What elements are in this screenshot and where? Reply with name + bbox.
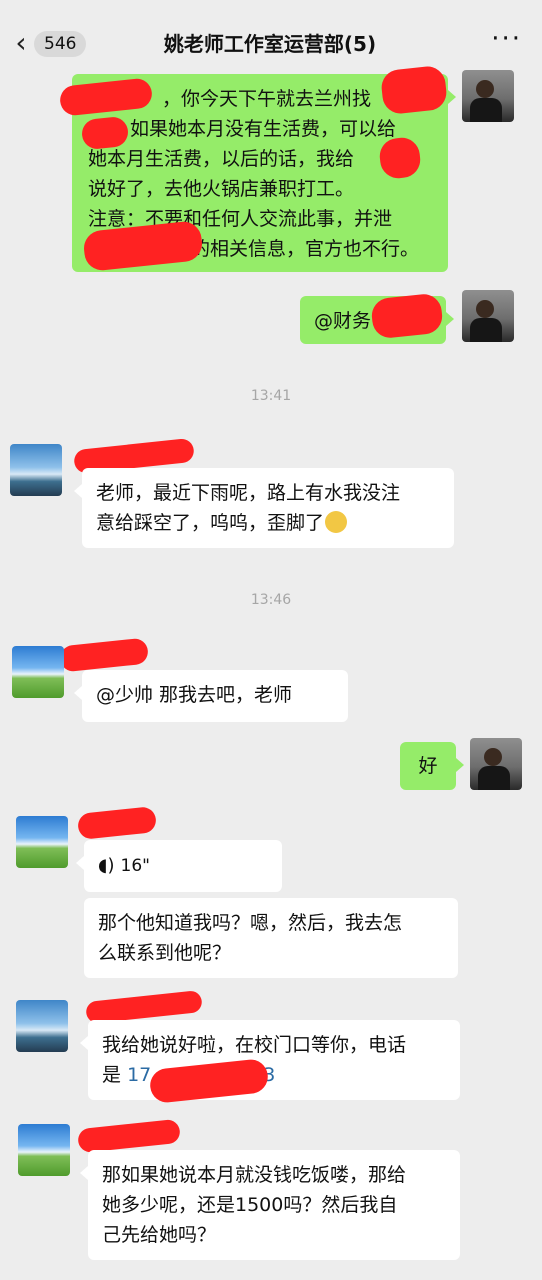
- message-bubble-incoming[interactable]: @少帅 那我去吧，老师: [74, 670, 348, 722]
- message-text-line: 那如果她说本月就没钱吃饭喽，那给: [102, 1164, 407, 1186]
- message-text-line: 意给踩空了，呜呜，歪脚了: [96, 512, 325, 534]
- message-bubble-incoming[interactable]: 那个他知道我吗？嗯，然后，我去怎 么联系到他呢？: [84, 898, 458, 978]
- avatar[interactable]: [12, 646, 64, 698]
- message-bubble-incoming[interactable]: 老师，最近下雨呢，路上有水我没注 意给踩空了，呜呜，歪脚了: [74, 468, 454, 548]
- unread-count-badge[interactable]: 546: [34, 31, 87, 57]
- redaction-mark: [76, 805, 158, 841]
- avatar[interactable]: [470, 738, 522, 790]
- chat-header: ‹ 546 姚老师工作室运营部(5) ···: [0, 0, 542, 82]
- voice-wave-icon: ◖): [98, 855, 115, 876]
- avatar[interactable]: [462, 290, 514, 342]
- timestamp: 13:41: [250, 388, 292, 404]
- avatar[interactable]: [18, 1124, 70, 1176]
- message-bubble-outgoing[interactable]: 好: [400, 742, 464, 790]
- voice-message-bubble[interactable]: ◖) 16": [76, 840, 282, 892]
- message-text-line: 我给她说好啦，在校门口等你，电话: [102, 1034, 407, 1056]
- voice-duration: 16": [120, 856, 150, 876]
- message-text-line: 她多少呢，还是1500吗？然后我自: [102, 1194, 398, 1216]
- message-bubble-incoming[interactable]: 我给她说好啦，在校门口等你，电话 是 17 3: [80, 1020, 460, 1100]
- chevron-left-icon[interactable]: ‹: [8, 29, 34, 57]
- message-text-line: 如果她本月没有生活费，可以给: [130, 118, 397, 140]
- avatar[interactable]: [16, 1000, 68, 1052]
- timestamp: 13:46: [250, 592, 292, 608]
- message-text-line: 那个他知道我吗？嗯，然后，我去怎: [98, 912, 403, 934]
- avatar[interactable]: [16, 816, 68, 868]
- message-text-line: 己先给她吗？: [102, 1224, 217, 1246]
- message-text-line: 意给踩空了，呜呜，歪脚了: [96, 508, 440, 538]
- avatar[interactable]: [10, 444, 62, 496]
- redaction-mark: [379, 64, 449, 116]
- redaction-mark: [77, 1118, 181, 1154]
- message-text: @少帅 那我去吧，老师: [96, 684, 293, 706]
- message-text: 好: [418, 755, 438, 777]
- chat-title: 姚老师工作室运营部(5): [163, 32, 377, 56]
- message-text-line: 说好了，去他火锅店兼职打工。: [88, 178, 355, 200]
- message-text: @财务: [314, 310, 372, 332]
- more-dots-icon[interactable]: ···: [491, 24, 522, 54]
- crying-face-emoji-icon: [325, 511, 348, 533]
- message-bubble-incoming[interactable]: 那如果她说本月就没钱吃饭喽，那给 她多少呢，还是1500吗？然后我自 己先给她吗…: [80, 1150, 460, 1260]
- message-text-line: 么联系到他呢？: [98, 942, 232, 964]
- message-text-line: 是: [102, 1064, 122, 1086]
- message-text-line: 老师，最近下雨呢，路上有水我没注: [96, 482, 401, 504]
- avatar[interactable]: [462, 70, 514, 122]
- redaction-mark: [85, 989, 203, 1025]
- phone-number[interactable]: 17: [127, 1064, 151, 1086]
- redaction-mark: [58, 637, 150, 673]
